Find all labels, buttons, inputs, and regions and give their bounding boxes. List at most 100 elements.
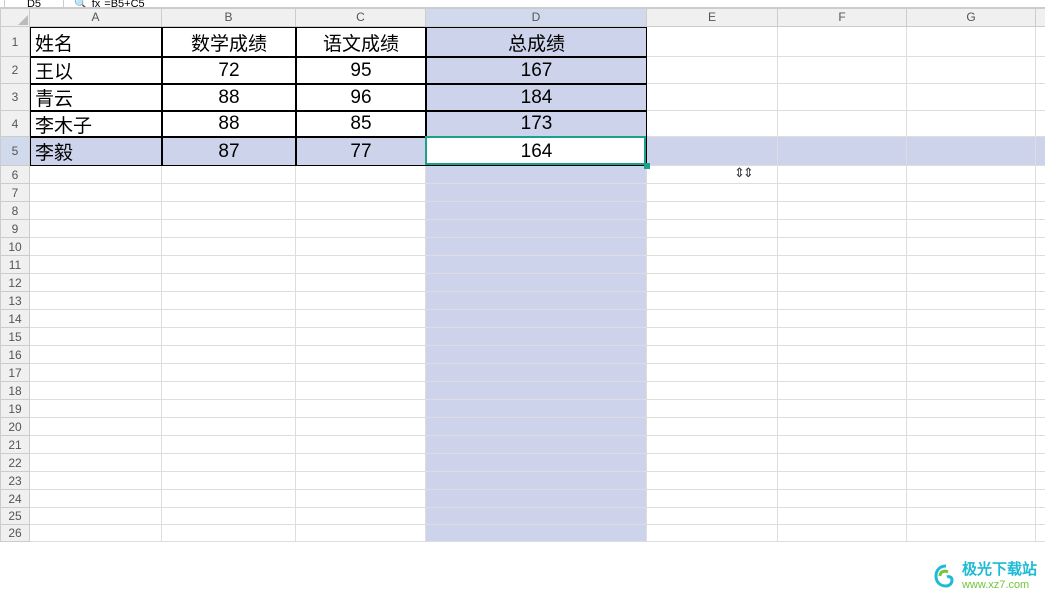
cell-B1[interactable]: 数学成绩 [162, 27, 296, 57]
cell-A5[interactable]: 李毅 [30, 137, 162, 166]
cell-F6[interactable] [778, 166, 907, 184]
cell-D25[interactable] [426, 508, 647, 525]
row-header-11[interactable]: 11 [0, 256, 30, 274]
cell-B24[interactable] [162, 490, 296, 508]
cell-F8[interactable] [778, 202, 907, 220]
cell-B4[interactable]: 88 [162, 111, 296, 137]
col-header-F[interactable]: F [778, 8, 907, 27]
cell-B7[interactable] [162, 184, 296, 202]
cell-C24[interactable] [296, 490, 426, 508]
cell-A18[interactable] [30, 382, 162, 400]
cell-D3[interactable]: 184 [426, 84, 647, 111]
cell-H22[interactable] [1036, 454, 1045, 472]
cell-C5[interactable]: 77 [296, 137, 426, 166]
col-header-C[interactable]: C [296, 8, 426, 27]
cell-F26[interactable] [778, 525, 907, 542]
cell-E25[interactable] [647, 508, 778, 525]
cell-E20[interactable] [647, 418, 778, 436]
row-header-9[interactable]: 9 [0, 220, 30, 238]
cell-C21[interactable] [296, 436, 426, 454]
cell-B9[interactable] [162, 220, 296, 238]
cell-D24[interactable] [426, 490, 647, 508]
cell-A3[interactable]: 青云 [30, 84, 162, 111]
cell-B23[interactable] [162, 472, 296, 490]
cell-C1[interactable]: 语文成绩 [296, 27, 426, 57]
cell-E15[interactable] [647, 328, 778, 346]
cell-H17[interactable] [1036, 364, 1045, 382]
row-header-18[interactable]: 18 [0, 382, 30, 400]
cell-G6[interactable] [907, 166, 1036, 184]
cell-D10[interactable] [426, 238, 647, 256]
cell-E3[interactable] [647, 84, 778, 111]
cell-B18[interactable] [162, 382, 296, 400]
cell-E24[interactable] [647, 490, 778, 508]
cell-C7[interactable] [296, 184, 426, 202]
cell-G17[interactable] [907, 364, 1036, 382]
cell-E21[interactable] [647, 436, 778, 454]
cell-D6[interactable] [426, 166, 647, 184]
cell-C4[interactable]: 85 [296, 111, 426, 137]
cell-F10[interactable] [778, 238, 907, 256]
cell-A1[interactable]: 姓名 [30, 27, 162, 57]
cell-G26[interactable] [907, 525, 1036, 542]
cell-G5[interactable] [907, 137, 1036, 166]
cell-H2[interactable] [1036, 57, 1045, 84]
cell-H10[interactable] [1036, 238, 1045, 256]
cell-H8[interactable] [1036, 202, 1045, 220]
row-header-7[interactable]: 7 [0, 184, 30, 202]
cell-B3[interactable]: 88 [162, 84, 296, 111]
cell-G25[interactable] [907, 508, 1036, 525]
cell-C2[interactable]: 95 [296, 57, 426, 84]
cell-B17[interactable] [162, 364, 296, 382]
cell-A12[interactable] [30, 274, 162, 292]
cell-B21[interactable] [162, 436, 296, 454]
cell-F4[interactable] [778, 111, 907, 137]
cell-E17[interactable] [647, 364, 778, 382]
cell-G14[interactable] [907, 310, 1036, 328]
cell-F7[interactable] [778, 184, 907, 202]
row-header-22[interactable]: 22 [0, 454, 30, 472]
cell-H25[interactable] [1036, 508, 1045, 525]
cell-G23[interactable] [907, 472, 1036, 490]
cell-H20[interactable] [1036, 418, 1045, 436]
cell-H21[interactable] [1036, 436, 1045, 454]
cell-F17[interactable] [778, 364, 907, 382]
cell-H4[interactable] [1036, 111, 1045, 137]
cell-F14[interactable] [778, 310, 907, 328]
cell-B19[interactable] [162, 400, 296, 418]
cell-E5[interactable] [647, 137, 778, 166]
cell-F5[interactable] [778, 137, 907, 166]
cell-D12[interactable] [426, 274, 647, 292]
row-header-4[interactable]: 4 [0, 111, 30, 137]
cell-A2[interactable]: 王以 [30, 57, 162, 84]
cell-H14[interactable] [1036, 310, 1045, 328]
cell-D19[interactable] [426, 400, 647, 418]
cell-D2[interactable]: 167 [426, 57, 647, 84]
select-all-corner[interactable] [0, 8, 30, 27]
cell-A7[interactable] [30, 184, 162, 202]
cell-B2[interactable]: 72 [162, 57, 296, 84]
cell-D15[interactable] [426, 328, 647, 346]
col-header-A[interactable]: A [30, 8, 162, 27]
cell-D11[interactable] [426, 256, 647, 274]
cell-D20[interactable] [426, 418, 647, 436]
row-header-13[interactable]: 13 [0, 292, 30, 310]
cell-F2[interactable] [778, 57, 907, 84]
cell-E12[interactable] [647, 274, 778, 292]
cell-F21[interactable] [778, 436, 907, 454]
cell-B8[interactable] [162, 202, 296, 220]
cell-F1[interactable] [778, 27, 907, 57]
cell-C26[interactable] [296, 525, 426, 542]
cell-D17[interactable] [426, 364, 647, 382]
cell-B5[interactable]: 87 [162, 137, 296, 166]
cell-A19[interactable] [30, 400, 162, 418]
cell-G13[interactable] [907, 292, 1036, 310]
cell-E8[interactable] [647, 202, 778, 220]
cell-B25[interactable] [162, 508, 296, 525]
cell-B20[interactable] [162, 418, 296, 436]
cell-F16[interactable] [778, 346, 907, 364]
row-header-19[interactable]: 19 [0, 400, 30, 418]
cell-H26[interactable] [1036, 525, 1045, 542]
cell-H11[interactable] [1036, 256, 1045, 274]
cell-D26[interactable] [426, 525, 647, 542]
